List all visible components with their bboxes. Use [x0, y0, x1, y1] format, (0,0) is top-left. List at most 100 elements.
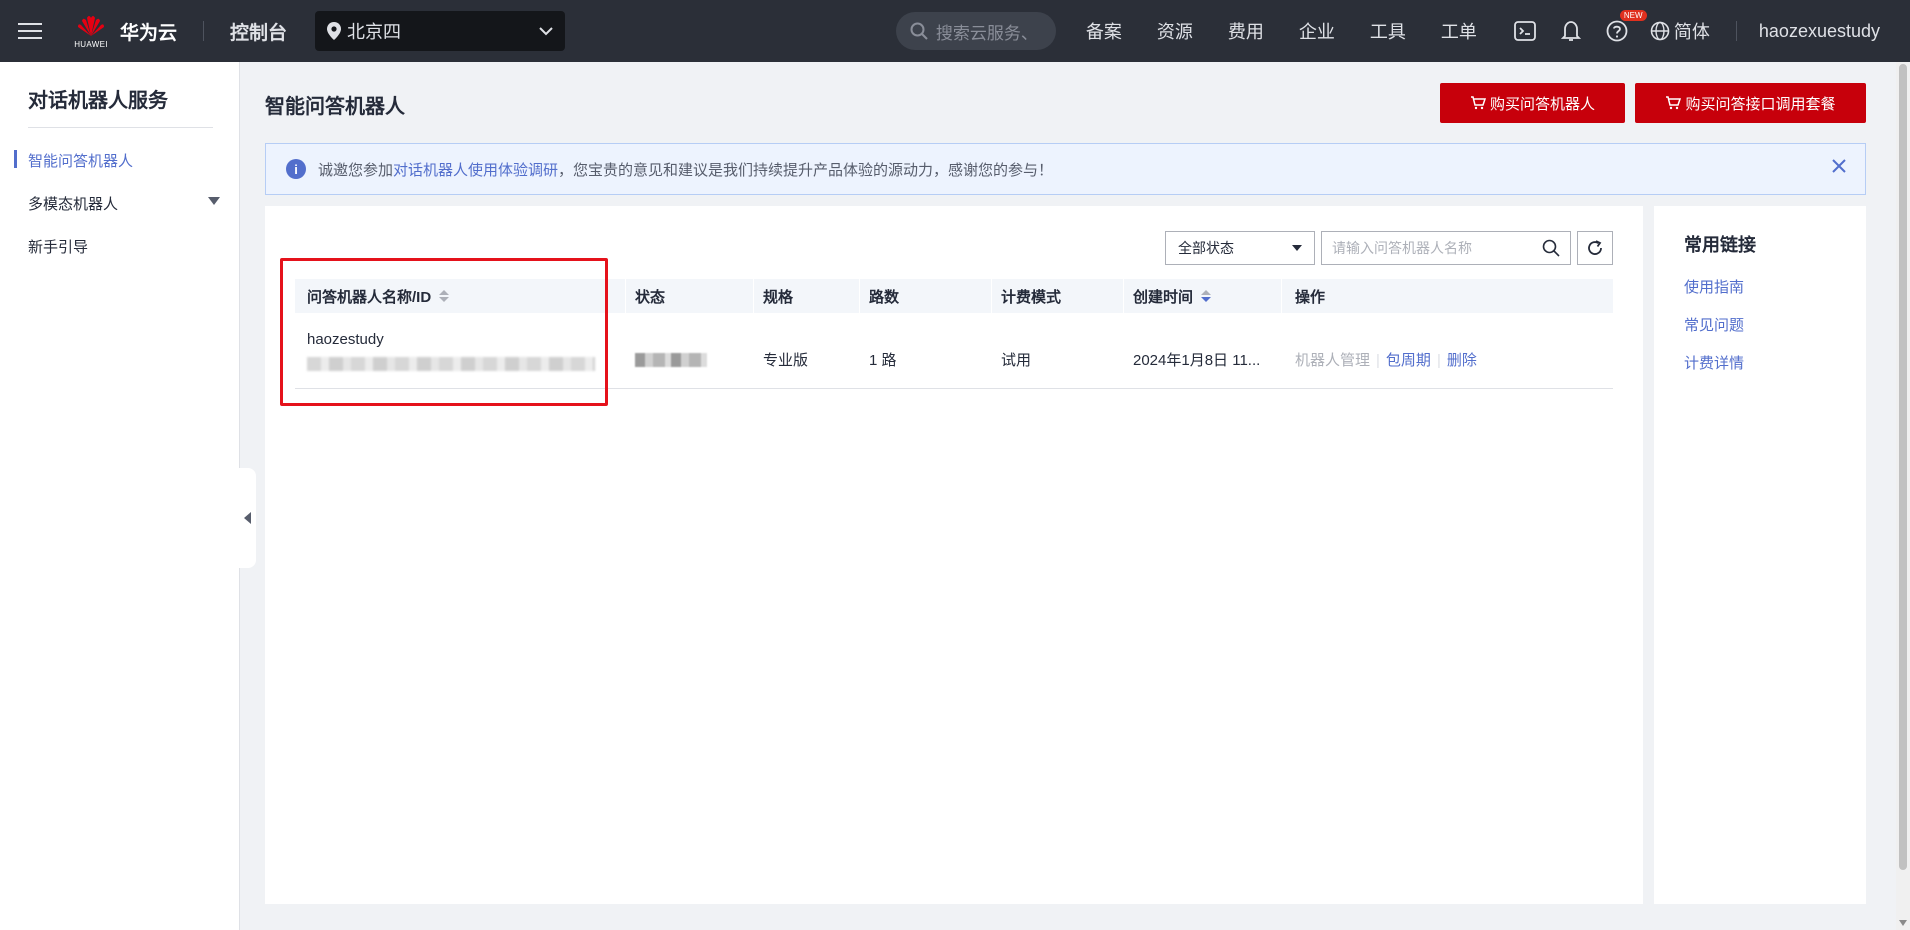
- buy-package-label: 购买问答接口调用套餐: [1685, 95, 1836, 113]
- period-link[interactable]: 包周期: [1386, 352, 1431, 369]
- col-name-id[interactable]: 问答机器人名称/ID: [307, 279, 450, 313]
- col-divider: [625, 279, 626, 313]
- sort-icon[interactable]: [439, 290, 450, 302]
- nav-filing[interactable]: 备案: [1086, 18, 1122, 44]
- robot-id-redacted: [307, 357, 595, 371]
- page-scrollbar[interactable]: [1896, 62, 1910, 930]
- refresh-button[interactable]: [1577, 231, 1613, 265]
- scrollbar-thumb[interactable]: [1899, 64, 1907, 870]
- table-row: haozestudy 专业版 1 路 试用 2024年1月8日 11... 机器…: [295, 313, 1613, 389]
- info-icon: i: [286, 159, 306, 179]
- col-name-id-label: 问答机器人名称/ID: [307, 288, 432, 306]
- status-filter-select[interactable]: 全部状态: [1165, 231, 1315, 265]
- col-channels: 路数: [869, 288, 900, 306]
- col-created-label: 创建时间: [1133, 288, 1194, 306]
- search-icon[interactable]: [1542, 239, 1560, 257]
- scroll-down-icon[interactable]: [1899, 920, 1907, 926]
- bell-icon[interactable]: [1558, 18, 1584, 44]
- sort-icon[interactable]: [1201, 290, 1212, 302]
- link-user-guide[interactable]: 使用指南: [1684, 276, 1744, 297]
- delete-link[interactable]: 删除: [1447, 352, 1477, 369]
- sidebar-item-qa-robot[interactable]: 智能问答机器人: [28, 150, 133, 171]
- robot-ops: 机器人管理 | 包周期 | 删除: [1295, 349, 1477, 370]
- nav-billing[interactable]: 费用: [1228, 18, 1264, 44]
- divider: [203, 21, 205, 41]
- close-icon[interactable]: [1831, 158, 1847, 174]
- col-divider: [859, 279, 860, 313]
- op-separator: |: [1436, 352, 1441, 369]
- buy-robot-button[interactable]: 购买问答机器人: [1440, 83, 1625, 123]
- robot-name-search[interactable]: [1321, 231, 1571, 265]
- expand-caret-icon[interactable]: [208, 197, 220, 205]
- service-search-input[interactable]: 搜索云服务、: [895, 12, 1056, 50]
- survey-notice: i 诚邀您参加 对话机器人使用体验调研 ，您宝贵的意见和建议是我们持续提升产品体…: [265, 143, 1866, 195]
- robot-table: 问答机器人名称/ID 状态 规格 路数 计费模式 创建时间 操作 haozest…: [295, 279, 1613, 389]
- common-links-title: 常用链接: [1684, 235, 1756, 255]
- region-label: 北京四: [347, 22, 402, 42]
- robot-name-input[interactable]: [1332, 240, 1542, 256]
- top-nav: 备案 资源 费用 企业 工具 工单: [1086, 18, 1512, 44]
- active-indicator: [14, 150, 17, 168]
- user-account[interactable]: haozexuestudy: [1759, 21, 1880, 42]
- robot-billing: 试用: [1001, 352, 1032, 369]
- buy-package-button[interactable]: 购买问答接口调用套餐: [1635, 83, 1866, 123]
- dropdown-arrow-icon: [1292, 245, 1302, 251]
- buy-robot-label: 购买问答机器人: [1489, 95, 1595, 113]
- nav-resources[interactable]: 资源: [1157, 18, 1193, 44]
- divider: [28, 127, 213, 128]
- refresh-icon: [1588, 240, 1602, 255]
- common-links-panel: 常用链接 使用指南 常见问题 计费详情: [1654, 206, 1866, 904]
- link-billing-details[interactable]: 计费详情: [1684, 352, 1744, 373]
- sidebar-item-multimodal-robot[interactable]: 多模态机器人: [28, 193, 118, 214]
- notice-suffix: ，您宝贵的意见和建议是我们持续提升产品体验的源动力，感谢您的参与！: [558, 161, 1054, 179]
- col-divider: [1281, 279, 1282, 313]
- col-created[interactable]: 创建时间: [1133, 279, 1212, 313]
- link-faq[interactable]: 常见问题: [1684, 314, 1744, 335]
- robot-created: 2024年1月8日 11...: [1133, 352, 1261, 369]
- table-header: 问答机器人名称/ID 状态 规格 路数 计费模式 创建时间 操作: [295, 279, 1613, 313]
- notice-prefix: 诚邀您参加: [318, 161, 394, 179]
- cart-icon: [1666, 96, 1682, 110]
- language-switch[interactable]: 简体: [1650, 18, 1710, 44]
- terminal-icon[interactable]: [1512, 18, 1538, 44]
- region-selector[interactable]: 北京四: [315, 11, 566, 51]
- brand-sub: HUAWEI: [74, 39, 108, 49]
- location-pin-icon: [327, 22, 342, 40]
- collapse-left-icon: [243, 512, 251, 524]
- col-divider: [1123, 279, 1124, 313]
- col-billing: 计费模式: [1001, 288, 1062, 306]
- nav-tools[interactable]: 工具: [1370, 18, 1406, 44]
- search-icon: [910, 22, 928, 40]
- sidebar-title: 对话机器人服务: [28, 90, 168, 112]
- robot-list-panel: 全部状态 问答机器人名称/ID 状态 规格 路数 计费模式 创建时间: [265, 206, 1643, 904]
- nav-tickets[interactable]: 工单: [1441, 18, 1477, 44]
- col-divider: [753, 279, 754, 313]
- survey-link[interactable]: 对话机器人使用体验调研: [393, 159, 558, 180]
- divider: [1735, 21, 1737, 41]
- op-separator: |: [1376, 352, 1380, 369]
- language-label: 简体: [1673, 22, 1710, 42]
- robot-spec: 专业版: [763, 352, 809, 369]
- col-divider: [991, 279, 992, 313]
- chevron-down-icon: [539, 27, 553, 36]
- help-icon[interactable]: NEW: [1604, 10, 1647, 44]
- brand-name: 华为云: [120, 22, 178, 44]
- huawei-petal-icon: HUAWEI: [72, 9, 110, 53]
- sidebar-item-guide[interactable]: 新手引导: [28, 236, 88, 257]
- globe-icon: [1650, 21, 1670, 41]
- status-filter-value: 全部状态: [1178, 240, 1234, 256]
- col-status: 状态: [635, 288, 666, 306]
- huawei-logo[interactable]: HUAWEI 华为云: [72, 9, 177, 53]
- nav-enterprise[interactable]: 企业: [1299, 18, 1335, 44]
- robot-manage-link[interactable]: 机器人管理: [1295, 352, 1370, 369]
- sidebar: 对话机器人服务 智能问答机器人 多模态机器人 新手引导: [0, 62, 240, 930]
- page-title: 智能问答机器人: [265, 96, 405, 118]
- col-spec: 规格: [763, 288, 794, 306]
- new-badge: NEW: [1619, 10, 1647, 21]
- menu-icon[interactable]: [18, 21, 42, 41]
- robot-name: haozestudy: [307, 331, 384, 348]
- console-link[interactable]: 控制台: [230, 18, 287, 45]
- sidebar-collapse-handle[interactable]: [238, 468, 256, 568]
- col-ops: 操作: [1295, 288, 1326, 306]
- top-bar: HUAWEI 华为云 控制台 北京四 搜索云服务、 备案 资源 费用 企业 工具…: [0, 0, 1910, 62]
